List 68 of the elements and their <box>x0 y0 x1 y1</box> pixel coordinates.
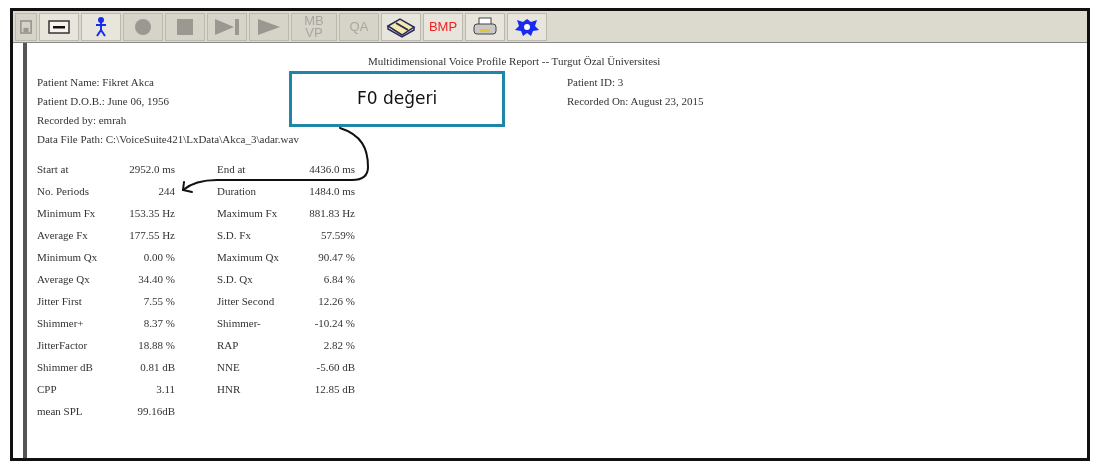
stat-value: 7.55 % <box>142 293 175 309</box>
stat-label: Maximum Qx <box>217 249 281 265</box>
stat-label: Duration <box>217 183 258 199</box>
stat-value: 12.85 dB <box>313 381 355 397</box>
stat-value: -5.60 dB <box>315 359 355 375</box>
stat-label: Average Qx <box>37 271 91 287</box>
stat-label: Minimum Qx <box>37 249 99 265</box>
person-icon <box>95 16 107 37</box>
minus-icon <box>48 19 70 34</box>
stat-label: RAP <box>217 337 240 353</box>
stat-value: 8.37 % <box>142 315 175 331</box>
stat-value: 34.40 % <box>137 271 175 287</box>
report-title: Multidimensional Voice Profile Report -- Turgut Özal Üniversitesi <box>368 54 661 69</box>
notepad-icon <box>386 15 416 38</box>
stat-value: 3.11 <box>155 381 175 397</box>
stat-label: Shimmer dB <box>37 359 94 375</box>
play-to-end-icon <box>214 17 240 36</box>
stat-value: 18.88 % <box>137 337 175 353</box>
stat-label: Jitter First <box>37 293 83 309</box>
toolbar-button[interactable] <box>39 12 79 41</box>
stat-label: HNR <box>217 381 242 397</box>
stat-label: Minimum Fx <box>37 205 97 221</box>
stat-label: No. Periods <box>37 183 90 199</box>
stop-icon <box>176 17 194 36</box>
stat-label: End at <box>217 161 247 177</box>
stat-label: CPP <box>37 381 58 397</box>
stat-value: 153.35 Hz <box>128 205 175 221</box>
patient-info: Patient ID: 3 <box>567 74 624 90</box>
toolbar-button[interactable] <box>381 12 421 41</box>
stat-label: Maximum Fx <box>217 205 279 221</box>
record-icon <box>134 17 152 36</box>
stat-label: NNE <box>217 359 241 375</box>
stat-value: 2952.0 ms <box>128 161 175 177</box>
stat-label: Jitter Second <box>217 293 276 309</box>
patient-info: Patient Name: Fikret Akca <box>37 74 154 90</box>
stat-value: 0.81 dB <box>139 359 175 375</box>
play-icon <box>257 17 281 36</box>
patient-info: Data File Path: C:\VoiceSuite421\LxData\Akca_3\adar.wav <box>37 131 299 147</box>
stat-label: Shimmer+ <box>37 315 85 331</box>
stat-value: 177.55 Hz <box>128 227 175 243</box>
toolbar-button[interactable] <box>81 12 121 41</box>
stat-value: 90.47 % <box>317 249 355 265</box>
stat-label: JitterFactor <box>37 337 89 353</box>
stat-label: S.D. Fx <box>217 227 252 243</box>
stat-value: 99.16dB <box>136 403 175 419</box>
stat-label: Average Fx <box>37 227 89 243</box>
toolbar-button[interactable] <box>507 12 547 41</box>
stat-label: mean SPL <box>37 403 84 419</box>
stat-value: 6.84 % <box>322 271 355 287</box>
patient-info: Recorded by: emrah <box>37 112 127 128</box>
stat-label: S.D. Qx <box>217 271 254 287</box>
patient-info: Recorded On: August 23, 2015 <box>567 93 704 109</box>
stat-value: -10.24 % <box>313 315 355 331</box>
stat-value: 57.59% <box>320 227 355 243</box>
stat-value: 881.83 Hz <box>308 205 355 221</box>
callout-box: F0 değeri <box>289 71 505 127</box>
patient-info: Patient D.O.B.: June 06, 1956 <box>37 93 169 109</box>
stat-value: 244 <box>157 183 175 199</box>
stat-value: 2.82 % <box>322 337 355 353</box>
printer-icon <box>472 16 498 37</box>
toolbar-button[interactable]: BMP <box>423 12 463 41</box>
stat-value: 0.00 % <box>142 249 175 265</box>
stat-label: Shimmer- <box>217 315 262 331</box>
stat-label: Start at <box>37 161 70 177</box>
stat-value: 12.26 % <box>317 293 355 309</box>
stat-value: 4436.0 ms <box>308 161 355 177</box>
gear-icon <box>514 16 540 37</box>
stat-value: 1484.0 ms <box>308 183 355 199</box>
